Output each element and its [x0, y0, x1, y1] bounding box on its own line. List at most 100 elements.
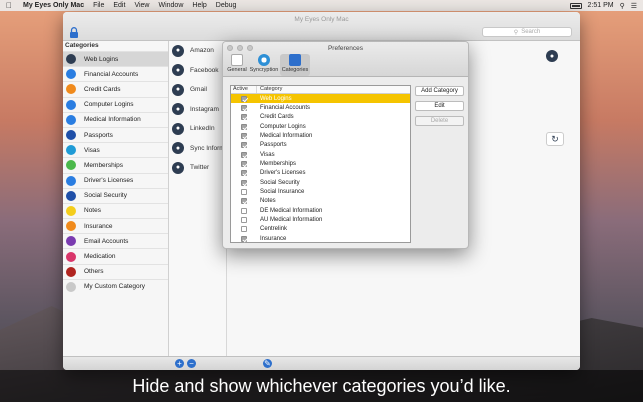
table-row[interactable]: Notes [231, 197, 410, 206]
list-item[interactable]: ● Twitter [169, 158, 226, 178]
menu-edit[interactable]: Edit [113, 2, 125, 9]
add-button[interactable]: + [175, 359, 184, 368]
table-row[interactable]: Web Logins [231, 94, 410, 104]
table-row[interactable]: DE Medical Information [231, 206, 410, 215]
active-checkbox[interactable] [241, 207, 247, 214]
search-icon[interactable]: ⚲ [620, 2, 625, 10]
active-checkbox[interactable] [241, 105, 247, 112]
table-row[interactable]: Social Security [231, 178, 410, 187]
column-active[interactable]: Active [231, 86, 257, 93]
active-checkbox[interactable] [241, 198, 247, 205]
table-row[interactable]: AU Medical Information [231, 215, 410, 224]
active-cell [231, 198, 257, 205]
table-row[interactable]: Driver's Licenses [231, 169, 410, 178]
table-row[interactable]: Social Insurance [231, 187, 410, 196]
category-icon [66, 190, 76, 201]
category-icon [66, 281, 76, 292]
list-item[interactable]: ● Amazon [169, 41, 226, 61]
menu-window[interactable]: Window [158, 2, 183, 9]
lock-icon[interactable] [69, 27, 79, 38]
category-name: Social Insurance [260, 189, 305, 196]
menu-app-name[interactable]: My Eyes Only Mac [23, 2, 84, 9]
tab-categories[interactable]: Categories [280, 54, 310, 76]
refresh-button[interactable]: ↻ [546, 132, 564, 146]
menu-debug[interactable]: Debug [216, 2, 237, 9]
active-checkbox[interactable] [241, 189, 247, 196]
category-name: Financial Accounts [260, 105, 311, 112]
active-checkbox[interactable] [241, 151, 247, 158]
menu-view[interactable]: View [134, 2, 149, 9]
search-input[interactable]: ⚲ Search [482, 27, 572, 37]
table-header: Active Category [231, 86, 410, 94]
account-label: Facebook [190, 66, 219, 74]
notification-center-icon[interactable]: ☰ [631, 2, 637, 10]
menu-clock[interactable]: 2:51 PM [588, 2, 614, 9]
table-row[interactable]: Medical Information [231, 131, 410, 140]
active-checkbox[interactable] [241, 170, 247, 177]
menu-help[interactable]: Help [192, 2, 206, 9]
table-row[interactable]: Visas [231, 150, 410, 159]
sidebar-item[interactable]: Computer Logins [63, 96, 168, 112]
active-checkbox[interactable] [241, 179, 247, 186]
active-checkbox[interactable] [241, 95, 247, 102]
edit-category-button[interactable]: Edit [415, 101, 464, 111]
sidebar-item[interactable]: Medication [63, 248, 168, 263]
battery-icon[interactable] [569, 2, 582, 9]
sidebar-item[interactable]: Others [63, 263, 168, 279]
sidebar-item[interactable]: My Custom Category [63, 278, 168, 294]
list-item[interactable]: ● LinkedIn [169, 119, 226, 139]
active-checkbox[interactable] [241, 226, 247, 233]
sidebar-item-label: Insurance [84, 222, 113, 230]
list-item[interactable]: ● Sync Inform [169, 139, 226, 159]
column-category[interactable]: Category [257, 86, 282, 93]
active-checkbox[interactable] [241, 161, 247, 168]
active-checkbox[interactable] [241, 114, 247, 121]
active-cell [231, 133, 257, 140]
categories-sidebar: Categories Web Logins Financial Accounts C… [63, 41, 169, 356]
table-row[interactable]: Computer Logins [231, 122, 410, 131]
menu-file[interactable]: File [93, 2, 104, 9]
table-row[interactable]: Credit Cards [231, 113, 410, 122]
active-checkbox[interactable] [241, 235, 247, 242]
sidebar-item[interactable]: Driver's Licenses [63, 172, 168, 188]
table-row[interactable]: Passports [231, 141, 410, 150]
active-checkbox[interactable] [241, 123, 247, 130]
list-item[interactable]: ● Instagram [169, 100, 226, 120]
sidebar-item[interactable]: Social Security [63, 187, 168, 203]
list-item[interactable]: ● Facebook [169, 61, 226, 81]
table-row[interactable]: Memberships [231, 159, 410, 168]
category-icon [66, 130, 76, 141]
active-checkbox[interactable] [241, 133, 247, 140]
sidebar-item[interactable]: Notes [63, 202, 168, 218]
tab-syncryption[interactable]: Syncryption [249, 54, 279, 76]
tab-general[interactable]: General [227, 54, 247, 76]
delete-category-button[interactable]: Delete [415, 116, 464, 126]
active-cell [231, 226, 257, 233]
sidebar-item[interactable]: Email Accounts [63, 233, 168, 248]
sidebar-item[interactable]: Medical Information [63, 111, 168, 127]
sidebar-item[interactable]: Credit Cards [63, 81, 168, 96]
table-row[interactable]: Centrelink [231, 225, 410, 234]
remove-button[interactable]: − [187, 359, 196, 368]
table-row[interactable]: Insurance [231, 234, 410, 243]
list-item[interactable]: ● Gmail [169, 80, 226, 100]
sidebar-item[interactable]: Insurance [63, 218, 168, 233]
sidebar-item[interactable]: Financial Accounts [63, 66, 168, 81]
add-category-button[interactable]: Add Category [415, 86, 464, 96]
category-name: Driver's Licenses [260, 170, 306, 177]
active-checkbox[interactable] [241, 217, 247, 224]
account-label: LinkedIn [190, 125, 215, 133]
sidebar-item-label: Social Security [84, 192, 127, 200]
apple-icon[interactable]:  [6, 1, 13, 10]
preferences-window: Preferences General Syncryption Categori… [222, 41, 469, 249]
sidebar-item-label: Credit Cards [84, 85, 121, 93]
sidebar-item[interactable]: Web Logins [63, 51, 168, 67]
table-row[interactable]: Financial Accounts [231, 103, 410, 112]
sidebar-item[interactable]: Visas [63, 142, 168, 157]
sidebar-item[interactable]: Passports [63, 126, 168, 142]
sidebar-item[interactable]: Memberships [63, 157, 168, 172]
active-checkbox[interactable] [241, 142, 247, 149]
edit-pencil-icon[interactable]: ✎ [263, 359, 272, 368]
category-name: Credit Cards [260, 114, 294, 121]
bottom-toolbar: + − ✎ [63, 356, 580, 370]
